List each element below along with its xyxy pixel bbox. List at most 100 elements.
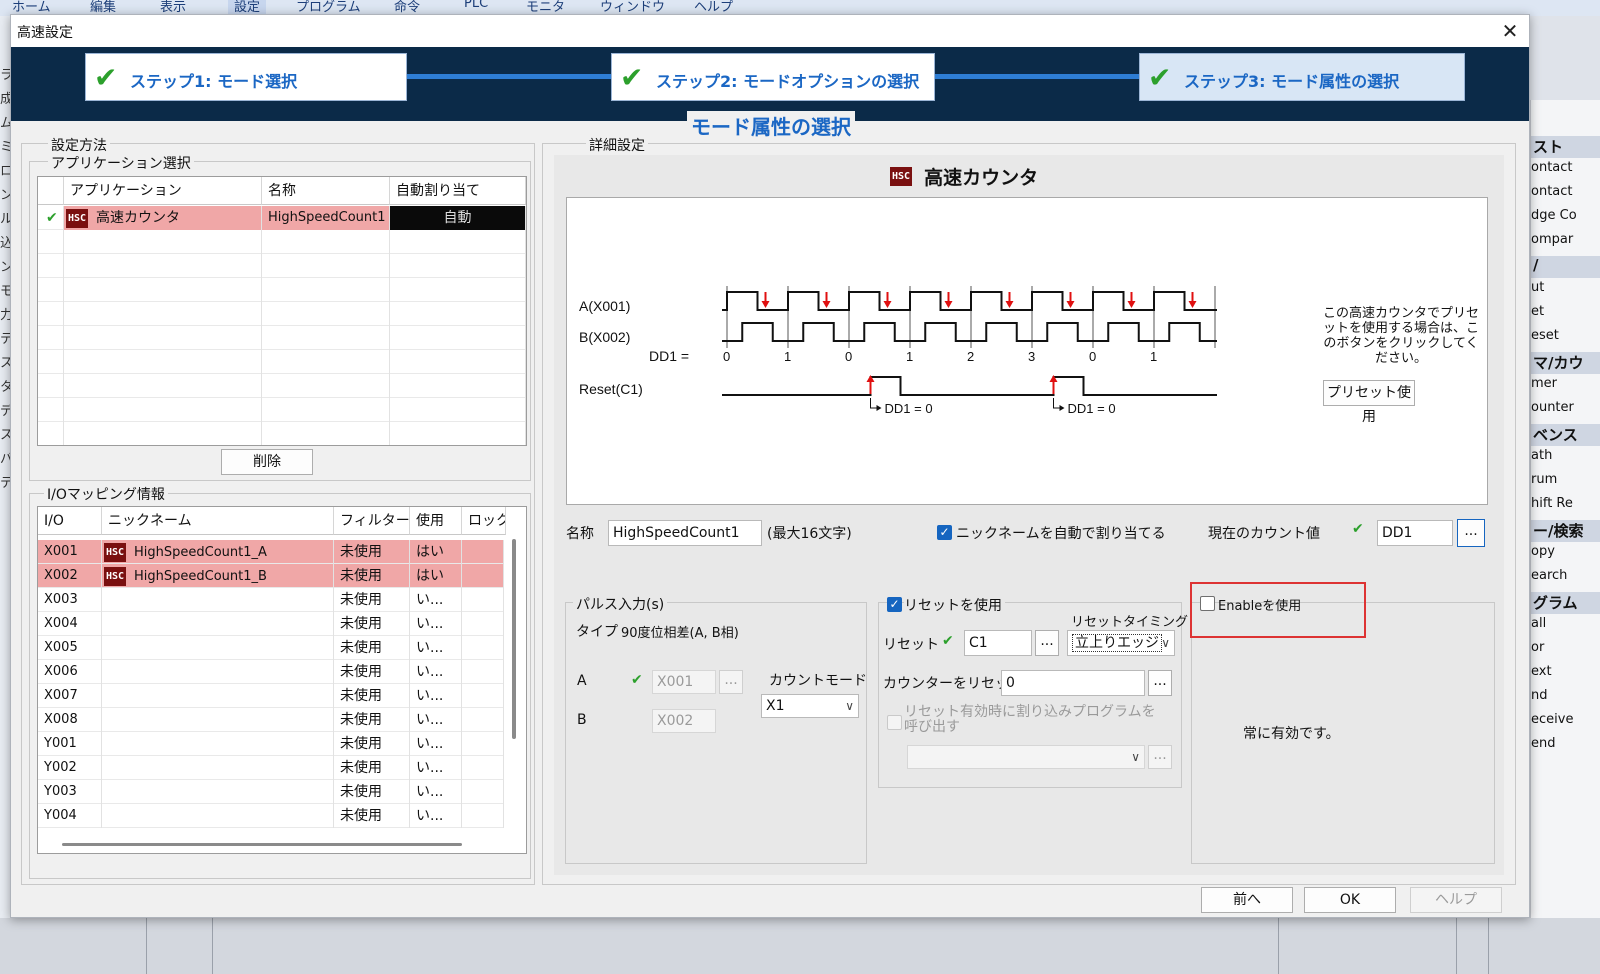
menu-item[interactable]: 表示 <box>160 0 186 15</box>
menu-item[interactable]: 命令 <box>394 0 420 15</box>
instruction-item[interactable]: ut <box>1531 280 1544 295</box>
table-row[interactable]: X008 未使用 い... <box>38 708 504 732</box>
lock-cell <box>462 660 504 684</box>
close-button[interactable]: ✕ <box>1495 17 1525 45</box>
help-button[interactable]: ヘルプ <box>1410 887 1502 913</box>
table-row[interactable]: Y003 未使用 い... <box>38 780 504 804</box>
use-reset-checkbox[interactable]: ✓ <box>887 597 902 612</box>
column-header[interactable]: I/O <box>38 507 102 535</box>
empty-cell <box>64 326 262 350</box>
column-header[interactable] <box>38 177 64 205</box>
table-row[interactable]: X005 未使用 い... <box>38 636 504 660</box>
instruction-item[interactable]: ext <box>1531 664 1552 679</box>
instruction-item[interactable]: ontact <box>1531 184 1573 199</box>
table-row[interactable]: Y002 未使用 い... <box>38 756 504 780</box>
table-row[interactable]: X002 HSC HighSpeedCount1_B 未使用 はい <box>38 564 504 588</box>
instruction-group-header[interactable]: グラム <box>1531 592 1600 614</box>
column-header[interactable]: ロック <box>462 507 506 535</box>
column-header[interactable]: 使用 <box>410 507 462 535</box>
instruction-item[interactable]: ompar <box>1531 232 1573 247</box>
reset-timing-select[interactable]: 立上りエッジ ∨ <box>1067 630 1175 656</box>
menu-item[interactable]: ヘルプ <box>694 0 733 15</box>
current-count-browse-button[interactable]: ... <box>1457 519 1485 547</box>
table-row[interactable]: Y004 未使用 い... <box>38 804 504 828</box>
instruction-item[interactable]: eceive <box>1531 712 1573 727</box>
column-header[interactable]: フィルター <box>334 507 410 535</box>
name-input[interactable]: HighSpeedCount1 <box>608 520 762 546</box>
pulse-a-input[interactable]: X001 <box>652 670 716 694</box>
instruction-item[interactable]: nd <box>1531 688 1548 703</box>
step-1[interactable]: ✔ ステップ1: モード選択 <box>85 53 407 101</box>
instruction-item[interactable]: opy <box>1531 544 1555 559</box>
counter-reset-input[interactable]: 0 <box>1001 670 1145 696</box>
menu-item[interactable]: ウィンドウ <box>600 0 665 15</box>
instruction-group-header[interactable]: / <box>1531 256 1600 278</box>
instruction-item[interactable]: rum <box>1531 472 1557 487</box>
column-header[interactable]: アプリケーション <box>64 177 262 205</box>
delete-button[interactable]: 削除 <box>221 449 313 475</box>
instruction-item[interactable]: ontact <box>1531 160 1573 175</box>
column-header[interactable]: 自動割り当て <box>390 177 526 205</box>
instruction-item[interactable]: earch <box>1531 568 1567 583</box>
horizontal-scrollbar[interactable] <box>62 843 462 846</box>
instruction-item[interactable]: dge Co <box>1531 208 1577 223</box>
column-header[interactable]: ニックネーム <box>102 507 334 535</box>
falling-edge-arrowhead <box>761 301 770 308</box>
interrupt-browse-button[interactable]: ... <box>1148 745 1172 769</box>
table-row[interactable]: X007 未使用 い... <box>38 684 504 708</box>
instruction-group-header[interactable]: ベンス <box>1531 424 1600 446</box>
table-row[interactable]: ✔ HSC 高速カウンタ HighSpeedCount1 自動 <box>38 206 526 230</box>
menu-item[interactable]: 編集 <box>90 0 116 15</box>
instruction-item[interactable]: or <box>1531 640 1544 655</box>
instruction-item[interactable]: mer <box>1531 376 1557 391</box>
reset-input[interactable]: C1 <box>964 630 1032 656</box>
table-row[interactable]: X006 未使用 い... <box>38 660 504 684</box>
instruction-group-header[interactable]: ー/検索 <box>1531 520 1600 542</box>
menu-item[interactable]: プログラム <box>296 0 361 15</box>
counter-reset-browse-button[interactable]: ... <box>1148 670 1172 696</box>
current-count-input[interactable]: DD1 <box>1377 520 1453 546</box>
pulse-b-input[interactable]: X002 <box>652 709 716 733</box>
instruction-group-header[interactable]: マ/カウ <box>1531 352 1600 374</box>
interrupt-checkbox[interactable] <box>887 715 902 730</box>
b-waveform <box>722 322 1217 342</box>
instruction-item[interactable]: ounter <box>1531 400 1574 415</box>
menu-item[interactable]: ホーム <box>12 0 51 15</box>
vertical-scrollbar[interactable] <box>512 539 516 739</box>
application-table[interactable]: アプリケーション 名称 自動割り当て ✔ HSC 高速カウンタ HighSpeedCount… <box>37 176 527 446</box>
auto-nickname-checkbox[interactable]: ✓ <box>937 525 952 540</box>
back-button[interactable]: 前へ <box>1201 887 1293 913</box>
io-mapping-table[interactable]: I/O ニックネーム フィルター 使用 ロック X001 HSC HighSpeedCount… <box>37 506 527 854</box>
count-mode-select[interactable]: X1 ∨ <box>761 694 859 718</box>
use-cell: い... <box>410 660 462 684</box>
table-row[interactable]: Y001 未使用 い... <box>38 732 504 756</box>
use-enable-checkbox[interactable] <box>1200 596 1215 611</box>
table-row[interactable]: X001 HSC HighSpeedCount1_A 未使用 はい <box>38 540 504 564</box>
ok-button[interactable]: OK <box>1304 887 1396 913</box>
table-row[interactable]: X004 未使用 い... <box>38 612 504 636</box>
instruction-item[interactable]: eset <box>1531 328 1559 343</box>
column-header[interactable]: 名称 <box>262 177 390 205</box>
instruction-group-header[interactable]: スト <box>1531 136 1600 158</box>
table-row[interactable]: X003 未使用 い... <box>38 588 504 612</box>
instruction-item[interactable]: hift Re <box>1531 496 1573 511</box>
instruction-item[interactable]: end <box>1531 736 1556 751</box>
step-2[interactable]: ✔ ステップ2: モードオプションの選択 <box>611 53 935 101</box>
step-3[interactable]: ✔ ステップ3: モード属性の選択 <box>1139 53 1465 101</box>
instruction-item[interactable]: all <box>1531 616 1546 631</box>
pulse-a-browse-button[interactable]: ... <box>719 670 743 694</box>
filter-cell: 未使用 <box>334 780 410 804</box>
interrupt-program-select[interactable]: ∨ <box>907 745 1145 769</box>
empty-cell <box>38 350 64 374</box>
menu-item[interactable]: PLC <box>464 0 488 11</box>
empty-cell <box>390 374 526 398</box>
instruction-item[interactable]: et <box>1531 304 1544 319</box>
io-cell: X008 <box>38 708 102 732</box>
instruction-item[interactable]: ath <box>1531 448 1552 463</box>
menu-item[interactable]: 設定 <box>228 0 267 15</box>
reset-browse-button[interactable]: ... <box>1035 630 1059 656</box>
empty-row <box>38 254 526 278</box>
preset-use-button[interactable]: プリセット使用 <box>1323 380 1415 425</box>
menu-item[interactable]: モニタ <box>526 0 565 15</box>
nickname-cell <box>102 636 334 660</box>
